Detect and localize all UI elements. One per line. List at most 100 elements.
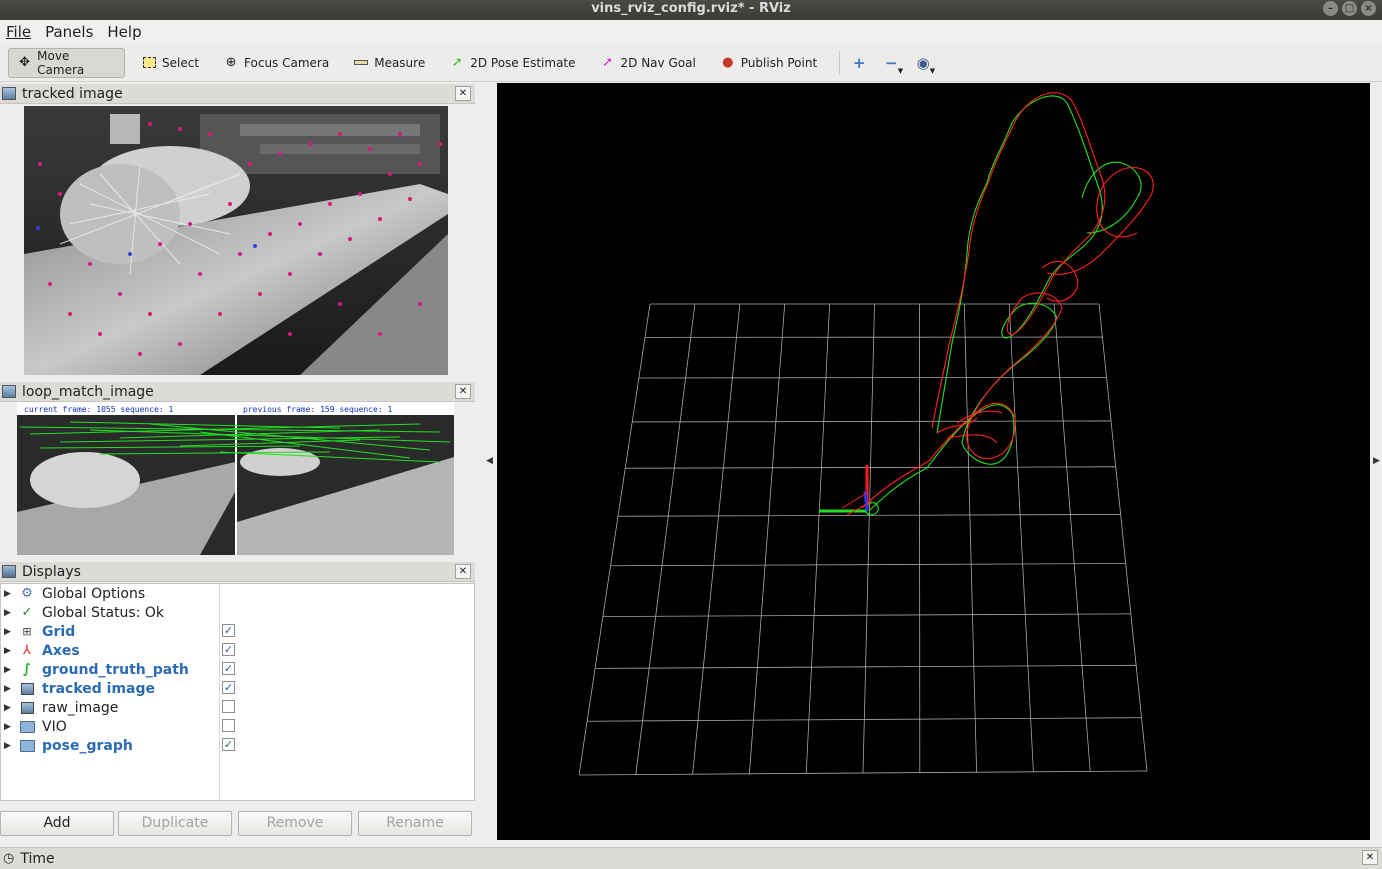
close-icon[interactable]: ✕ — [455, 384, 471, 399]
close-icon[interactable]: ✕ — [455, 564, 471, 579]
collapse-left-handle[interactable]: ◀ — [486, 456, 493, 466]
maximize-icon[interactable]: □ — [1342, 1, 1357, 16]
move-camera-label: Move Camera — [37, 48, 85, 77]
enabled-checkbox[interactable]: ✓ — [222, 624, 235, 637]
loop-match-panel-header: loop_match_image ✕ — [0, 382, 475, 402]
enabled-checkbox[interactable]: ✓ — [222, 738, 235, 751]
add-button[interactable]: Add — [0, 811, 114, 836]
publish-point-label: Publish Point — [740, 55, 818, 70]
display-item[interactable]: ▶ ⚙ Global Options — [1, 584, 474, 603]
measure-tool[interactable]: Measure — [345, 48, 433, 78]
display-item-label: VIO — [42, 718, 67, 735]
nav-goal-tool[interactable]: ➚ 2D Nav Goal — [592, 48, 704, 78]
gear-icon: ⚙ — [21, 586, 33, 601]
add-tool-button[interactable]: + — [846, 50, 872, 76]
expand-arrow-icon[interactable]: ▶ — [4, 608, 18, 618]
display-item[interactable]: ▶ pose_graph ✓ — [1, 736, 474, 755]
close-window-icon[interactable]: × — [1361, 1, 1376, 16]
expand-arrow-icon[interactable]: ▶ — [4, 627, 18, 637]
enabled-checkbox[interactable]: ✓ — [222, 662, 235, 675]
expand-arrow-icon[interactable]: ▶ — [4, 589, 18, 599]
view-tool-button[interactable]: ◉ ▼ — [910, 50, 936, 76]
close-icon[interactable]: ✕ — [455, 86, 471, 101]
display-item[interactable]: ▶ tracked image ✓ — [1, 679, 474, 698]
displays-panel-header: Displays ✕ — [0, 562, 475, 582]
select-tool[interactable]: Select — [133, 48, 207, 78]
focus-camera-icon: ⊕ — [225, 55, 237, 70]
toolbar: ✥ Move Camera Select ⊕ Focus Camera Meas… — [0, 44, 1382, 82]
expand-arrow-icon[interactable]: ▶ — [4, 646, 18, 656]
window-title: vins_rviz_config.rviz* - RViz — [591, 1, 791, 16]
dropdown-arrow-icon: ▼ — [897, 66, 904, 75]
expand-arrow-icon[interactable]: ▶ — [4, 684, 18, 694]
window-titlebar: vins_rviz_config.rviz* - RViz – □ × — [0, 0, 1382, 20]
menu-panels[interactable]: Panels — [41, 23, 97, 41]
path-icon: ∫ — [23, 662, 31, 677]
rename-button[interactable]: Rename — [358, 811, 472, 836]
display-item[interactable]: ▶ VIO — [1, 717, 474, 736]
tracked-image-panel — [0, 104, 475, 375]
display-item[interactable]: ▶ ⅄ Axes ✓ — [1, 641, 474, 660]
menu-help[interactable]: Help — [103, 23, 145, 41]
image-icon — [18, 681, 36, 697]
display-item-label: raw_image — [42, 699, 119, 716]
enabled-checkbox[interactable] — [222, 700, 235, 713]
collapse-right-handle[interactable]: ▶ — [1373, 456, 1380, 466]
publish-point-tool[interactable]: ● Publish Point — [712, 48, 825, 78]
previous-frame-text: previous frame: 159 sequence: 1 — [243, 405, 392, 414]
loop-match-title: loop_match_image — [22, 383, 154, 400]
display-item[interactable]: ▶ raw_image — [1, 698, 474, 717]
display-item-label: Global Status: Ok — [42, 604, 165, 621]
grid-line — [805, 303, 830, 774]
check-icon: ✓ — [21, 605, 33, 620]
move-camera-tool[interactable]: ✥ Move Camera — [8, 47, 125, 78]
expand-arrow-icon[interactable]: ▶ — [4, 665, 18, 675]
measure-label: Measure — [374, 55, 426, 70]
expand-arrow-icon[interactable]: ▶ — [4, 741, 18, 751]
expand-arrow-icon[interactable]: ▶ — [4, 722, 18, 732]
focus-camera-tool[interactable]: ⊕ Focus Camera — [215, 48, 337, 78]
grid-line — [692, 303, 741, 775]
image-icon — [18, 700, 36, 716]
tracked-image-title: tracked image — [22, 85, 123, 102]
time-panel-header: ◷ Time ✕ — [0, 847, 1382, 869]
dropdown-arrow-icon: ▼ — [929, 66, 936, 75]
monitor-icon — [2, 565, 16, 578]
grid-line — [635, 303, 696, 775]
enabled-checkbox[interactable]: ✓ — [222, 643, 235, 656]
render-canvas — [578, 92, 1154, 776]
expand-arrow-icon[interactable]: ▶ — [4, 703, 18, 713]
grid-line — [578, 303, 651, 776]
ruler-icon — [353, 55, 369, 71]
move-camera-icon: ✥ — [19, 55, 31, 70]
nav-goal-label: 2D Nav Goal — [620, 55, 696, 70]
menu-file[interactable]: File — [2, 23, 35, 41]
toolbar-separator — [839, 50, 841, 75]
enabled-checkbox[interactable]: ✓ — [222, 681, 235, 694]
display-item-label: pose_graph — [42, 737, 133, 754]
close-icon[interactable]: ✕ — [1362, 850, 1378, 865]
grid-line — [1053, 303, 1091, 772]
pose-estimate-label: 2D Pose Estimate — [470, 55, 576, 70]
enabled-checkbox[interactable] — [222, 719, 235, 732]
image-panel-icon — [2, 87, 16, 100]
render-viewport[interactable] — [497, 83, 1370, 840]
remove-tool-button[interactable]: − ▼ — [878, 50, 904, 76]
loop-match-view: current frame: 1055 sequence: 1 previous… — [17, 402, 454, 555]
plus-icon: + — [852, 53, 866, 72]
pose-estimate-tool[interactable]: ➚ 2D Pose Estimate — [441, 48, 583, 78]
grid-line — [749, 303, 786, 774]
axes-icon: ⅄ — [23, 643, 31, 658]
display-item[interactable]: ▶ ∫ ground_truth_path ✓ — [1, 660, 474, 679]
grid-line — [1008, 303, 1034, 772]
axes-marker — [819, 465, 873, 516]
minus-icon: − — [884, 53, 898, 72]
display-item[interactable]: ▶ ⊞ Grid ✓ — [1, 622, 474, 641]
remove-button[interactable]: Remove — [238, 811, 352, 836]
display-item[interactable]: ▶ ✓ Global Status: Ok — [1, 603, 474, 622]
duplicate-button[interactable]: Duplicate — [118, 811, 232, 836]
tracked-image-view — [24, 106, 448, 375]
minimize-icon[interactable]: – — [1323, 1, 1338, 16]
focus-camera-label: Focus Camera — [244, 55, 330, 70]
grid-line — [963, 303, 977, 773]
